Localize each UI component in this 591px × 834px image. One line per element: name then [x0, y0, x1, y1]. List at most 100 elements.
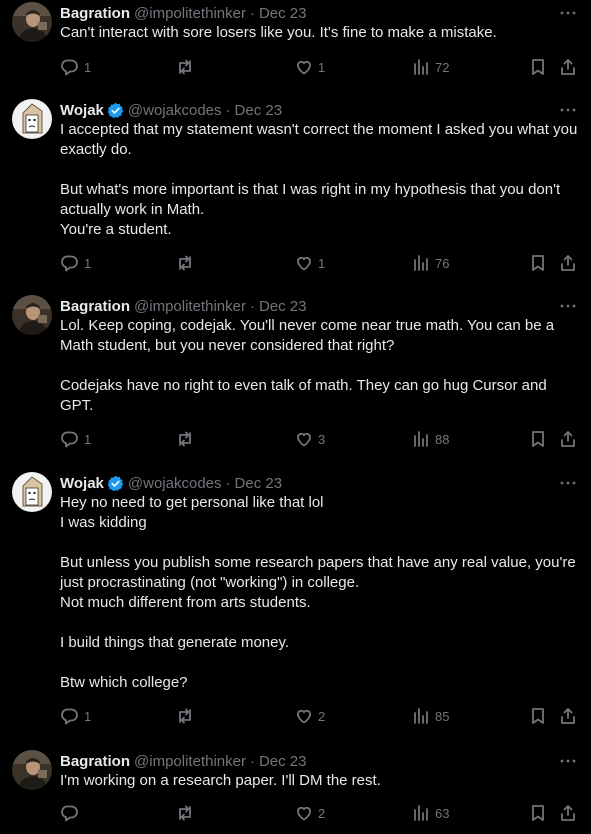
reply-icon	[61, 431, 78, 448]
like-icon	[297, 60, 311, 75]
avatar[interactable]	[12, 750, 52, 790]
views-icon	[414, 708, 428, 724]
bookmark-button[interactable]	[529, 57, 547, 77]
reply-button[interactable]	[61, 803, 84, 823]
tweet-date[interactable]: Dec 23	[235, 102, 283, 119]
views-button[interactable]: 85	[412, 706, 449, 726]
like-button[interactable]: 1	[295, 253, 325, 273]
author-name[interactable]: Wojak	[60, 475, 104, 492]
author-name[interactable]: Bagration	[60, 5, 130, 22]
like-icon	[297, 709, 311, 724]
views-count: 76	[435, 255, 450, 271]
share-button[interactable]	[559, 253, 577, 273]
tweet-header: Bagration @impolitethinker · Dec 23	[60, 2, 306, 24]
share-button[interactable]	[559, 706, 577, 726]
reply-count: 1	[84, 708, 92, 724]
tweet-date[interactable]: Dec 23	[259, 298, 307, 315]
share-icon	[561, 431, 575, 447]
bookmark-icon	[532, 708, 544, 724]
bookmark-button[interactable]	[529, 706, 547, 726]
bookmark-button[interactable]	[529, 253, 547, 273]
author-handle[interactable]: @wojakcodes	[128, 475, 222, 492]
avatar[interactable]	[12, 2, 52, 42]
author-handle[interactable]: @impolitethinker	[134, 753, 246, 770]
repost-button[interactable]	[176, 803, 199, 823]
more-icon[interactable]	[559, 101, 577, 119]
tweet-text: Can't interact with sore losers like you…	[60, 24, 497, 41]
repost-button[interactable]	[176, 57, 199, 77]
reply-button[interactable]: 1	[61, 253, 91, 273]
tweet-header: Bagration @impolitethinker · Dec 23	[60, 750, 306, 772]
tweet[interactable]: Bagration @impolitethinker · Dec 23 I'm …	[0, 750, 591, 832]
verified-badge-icon	[107, 102, 124, 118]
repost-icon	[179, 708, 191, 724]
reply-count: 1	[84, 59, 92, 75]
like-icon	[297, 432, 311, 447]
author-name[interactable]: Bagration	[60, 753, 130, 770]
author-handle[interactable]: @impolitethinker	[134, 298, 246, 315]
views-icon	[414, 805, 428, 821]
reply-button[interactable]: 1	[61, 57, 91, 77]
share-button[interactable]	[559, 57, 577, 77]
verified-badge-icon	[107, 475, 124, 491]
like-button[interactable]: 2	[295, 803, 325, 823]
more-icon[interactable]	[559, 297, 577, 315]
tweet-date[interactable]: Dec 23	[235, 475, 283, 492]
like-count: 1	[318, 59, 326, 75]
more-icon[interactable]	[559, 474, 577, 492]
author-name[interactable]: Bagration	[60, 298, 130, 315]
like-icon	[297, 806, 311, 821]
reply-icon	[61, 255, 78, 272]
views-icon	[414, 59, 428, 75]
author-handle[interactable]: @impolitethinker	[134, 5, 246, 22]
like-button[interactable]: 3	[295, 429, 325, 449]
share-icon	[561, 708, 575, 724]
reply-button[interactable]: 1	[61, 429, 91, 449]
more-icon[interactable]	[559, 752, 577, 770]
share-icon	[561, 255, 575, 271]
avatar[interactable]	[12, 295, 52, 335]
tweet[interactable]: Wojak @wojakcodes · Dec 23 I accepted th…	[0, 99, 591, 283]
tweet[interactable]: Bagration @impolitethinker · Dec 23 Lol.…	[0, 295, 591, 457]
like-icon	[297, 256, 311, 271]
views-count: 72	[435, 59, 450, 75]
like-button[interactable]: 2	[295, 706, 325, 726]
like-button[interactable]: 1	[295, 57, 325, 77]
bookmark-icon	[532, 805, 544, 821]
tweet[interactable]: Wojak @wojakcodes · Dec 23 Hey no need t…	[0, 472, 591, 734]
reply-icon	[61, 708, 78, 725]
tweet-date[interactable]: Dec 23	[259, 753, 307, 770]
views-icon	[414, 431, 428, 447]
author-name[interactable]: Wojak	[60, 102, 104, 119]
author-handle[interactable]: @wojakcodes	[128, 102, 222, 119]
bookmark-button[interactable]	[529, 803, 547, 823]
repost-button[interactable]	[176, 253, 199, 273]
views-icon	[414, 255, 428, 271]
like-count: 2	[318, 805, 326, 821]
separator: ·	[249, 297, 255, 315]
like-count: 2	[318, 708, 326, 724]
views-count: 85	[435, 708, 450, 724]
views-button[interactable]: 88	[412, 429, 449, 449]
bookmark-icon	[532, 59, 544, 75]
more-icon[interactable]	[559, 4, 577, 22]
tweet[interactable]: Bagration @impolitethinker · Dec 23 Can'…	[0, 2, 591, 88]
repost-icon	[179, 431, 191, 447]
share-button[interactable]	[559, 803, 577, 823]
tweet-header: Wojak @wojakcodes · Dec 23	[60, 472, 282, 494]
avatar[interactable]	[12, 99, 52, 139]
bookmark-icon	[532, 255, 544, 271]
views-button[interactable]: 76	[412, 253, 449, 273]
repost-button[interactable]	[176, 429, 199, 449]
tweet-text: I accepted that my statement wasn't corr…	[60, 121, 578, 238]
reply-button[interactable]: 1	[61, 706, 91, 726]
tweet-date[interactable]: Dec 23	[259, 5, 307, 22]
avatar[interactable]	[12, 472, 52, 512]
share-button[interactable]	[559, 429, 577, 449]
views-button[interactable]: 72	[412, 57, 449, 77]
views-button[interactable]: 63	[412, 803, 449, 823]
bookmark-button[interactable]	[529, 429, 547, 449]
tweet-header: Bagration @impolitethinker · Dec 23	[60, 295, 306, 317]
reply-icon	[61, 59, 78, 76]
repost-button[interactable]	[176, 706, 199, 726]
